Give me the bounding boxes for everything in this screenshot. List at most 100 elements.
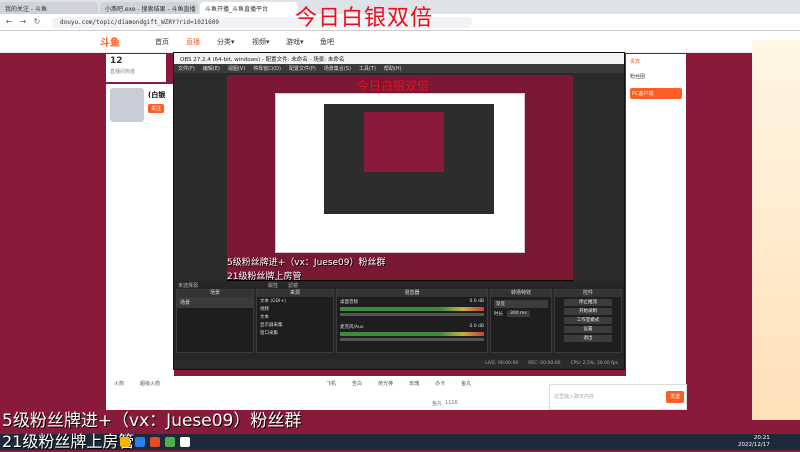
nav-games[interactable]: 游戏▾ [286,37,304,47]
mixer-track-db: 0.0 dB [469,299,484,304]
menu-help[interactable]: 帮助(H) [384,65,402,72]
gift-item[interactable]: 超级火箭 [140,380,160,387]
transition-select[interactable]: 渐变 [494,300,548,308]
pc-client-button[interactable]: PC客户端 [630,88,682,99]
app-icon[interactable] [135,437,145,447]
preview-nested-canvas [364,112,444,172]
system-clock: 20:21 2022/12/17 [738,435,770,449]
streamer-name: (白银 [148,91,166,99]
overlay-title: 今日白银双倍 [295,6,434,31]
gift-item[interactable]: 荧光棒 [378,380,393,387]
menu-scene-collection[interactable]: 场景集合(S) [324,65,351,72]
chat-panel: 贵宾 粉丝团 PC客户端 [626,54,686,409]
browser-tab-active[interactable]: 斗鱼开播_斗鱼直播平台 [200,2,298,14]
nav-live[interactable]: 直播 [186,37,200,47]
preview-caption-1: 5级粉丝牌进+（vx：Juese09）粉丝群 [227,258,386,268]
scenes-dock: 场景 场景 [176,289,254,353]
app-icon[interactable] [165,437,175,447]
settings-button[interactable]: 设置 [564,326,612,333]
streamer-panel: (白银 关注 [106,84,174,384]
clock-time: 20:21 [753,435,770,441]
cpu-status: CPU: 2.5%, 30.00 fps [570,361,619,366]
gift-item[interactable]: 飞机 [326,380,336,387]
side-promo-strip [752,40,800,420]
gift-bar: 火箭 超级火箭 飞机 告白 荧光棒 玫瑰 办卡 鱼丸 鱼丸 1116 [106,376,626,410]
streamer-avatar[interactable] [110,88,144,122]
menu-view[interactable]: 视图(V) [228,65,245,72]
no-source-label: 未选择源 [178,283,199,289]
controls-dock: 控件 停止推流 开始录制 工作室模式 设置 退出 [554,289,622,353]
source-item[interactable]: 视频 [257,305,333,313]
reload-icon[interactable]: ↻ [32,17,42,27]
obs-title-bar: OBS 27.2.4 (64-bit, windows) - 配置文件: 未命名… [174,53,624,64]
studio-mode-button[interactable]: 工作室模式 [564,317,612,324]
scene-item[interactable]: 场景 [177,297,253,308]
nav-category[interactable]: 分类▾ [217,37,235,47]
gift-item[interactable]: 办卡 [435,380,445,387]
gift-item[interactable]: 告白 [352,380,362,387]
gift-item[interactable]: 鱼丸 [461,380,471,387]
menu-docks[interactable]: 停靠窗口(D) [253,65,281,72]
nav-home[interactable]: 首页 [155,37,169,47]
mixer-header: 混音器 [337,290,487,297]
room-hot-count: 12 [110,56,123,66]
volume-meter [340,332,484,336]
duration-row: 时长 300 ms [494,311,548,317]
douyu-logo[interactable]: 斗鱼 [100,34,120,49]
duration-input[interactable]: 300 ms [507,311,530,317]
source-item[interactable]: 文本 (GDI+) [257,297,333,305]
source-item[interactable]: 窗口采集 [257,329,333,337]
browser-tab[interactable]: 小燕吧.exe - 搜索结果 - 斗鱼直播 [100,2,198,14]
fish-ball-count: 1116 [445,400,458,406]
properties-button[interactable]: 属性 [268,282,278,289]
menu-file[interactable]: 文件(F) [178,65,195,72]
follow-button[interactable]: 关注 [148,104,165,113]
gift-item[interactable]: 玫瑰 [409,380,419,387]
obs-menu-bar: 文件(F) 编辑(E) 视图(V) 停靠窗口(D) 配置文件(P) 场景集合(S… [174,64,624,73]
chat-tab-fans[interactable]: 粉丝团 [626,69,686,84]
menu-profile[interactable]: 配置文件(P) [289,65,316,72]
room-info: 12 直播间热度 [106,54,166,82]
menu-tools[interactable]: 工具(T) [359,65,376,72]
start-recording-button[interactable]: 开始录制 [564,308,612,315]
send-button[interactable]: 发送 [666,391,684,403]
room-hot-label: 直播间热度 [110,69,136,75]
controls-header: 控件 [555,290,621,297]
obs-status-bar: LIVE: 00:00:00 REC: 00:00:00 CPU: 2.5%, … [174,359,624,369]
nav-fishbar[interactable]: 鱼吧 [320,37,334,47]
source-item[interactable]: 文本 [257,313,333,321]
sources-dock: 来源 文本 (GDI+) 视频 文本 显示器采集 窗口采集 [256,289,334,353]
mixer-track-db: 0.0 dB [469,324,484,329]
preview-overlay-title: 今日白银双倍 [357,79,430,93]
menu-edit[interactable]: 编辑(E) [203,65,220,72]
fish-ball-label: 鱼丸 [432,401,443,407]
chat-input[interactable]: 这里输入聊天内容 [554,393,594,400]
clock-date: 2022/12/17 [738,442,770,448]
browser-tab[interactable]: 我的关注 - 斗鱼 [0,2,98,14]
volume-slider[interactable] [340,313,484,316]
mixer-dock: 混音器 桌面音频 0.0 dB 麦克风/Aux 0.0 dB [336,289,488,353]
forward-icon[interactable]: → [18,17,28,27]
explorer-icon[interactable] [120,437,130,447]
obs-taskbar-icon[interactable] [180,437,190,447]
filters-button[interactable]: 滤镜 [288,282,298,289]
mixer-track: 桌面音频 0.0 dB [337,297,487,307]
mixer-track-name: 桌面音频 [340,300,358,305]
sources-header: 来源 [257,290,333,297]
mixer-track: 麦克风/Aux 0.0 dB [337,318,487,332]
scenes-header: 场景 [177,290,253,297]
chat-input-area: 这里输入聊天内容 发送 [549,384,687,410]
fish-ball-balance: 鱼丸 1116 [432,400,458,407]
stop-streaming-button[interactable]: 停止推流 [564,299,612,306]
back-icon[interactable]: ← [4,17,14,27]
douyu-header [0,31,800,53]
nav-video[interactable]: 视频▾ [252,37,270,47]
preview-nested-obs [324,104,494,214]
chat-tab-vip[interactable]: 贵宾 [626,54,686,69]
exit-button[interactable]: 退出 [564,335,612,342]
volume-slider[interactable] [340,338,484,341]
app-icon[interactable] [150,437,160,447]
gift-item[interactable]: 火箭 [114,380,124,387]
transitions-dock: 转场特效 渐变 时长 300 ms [490,289,552,353]
source-item[interactable]: 显示器采集 [257,321,333,329]
